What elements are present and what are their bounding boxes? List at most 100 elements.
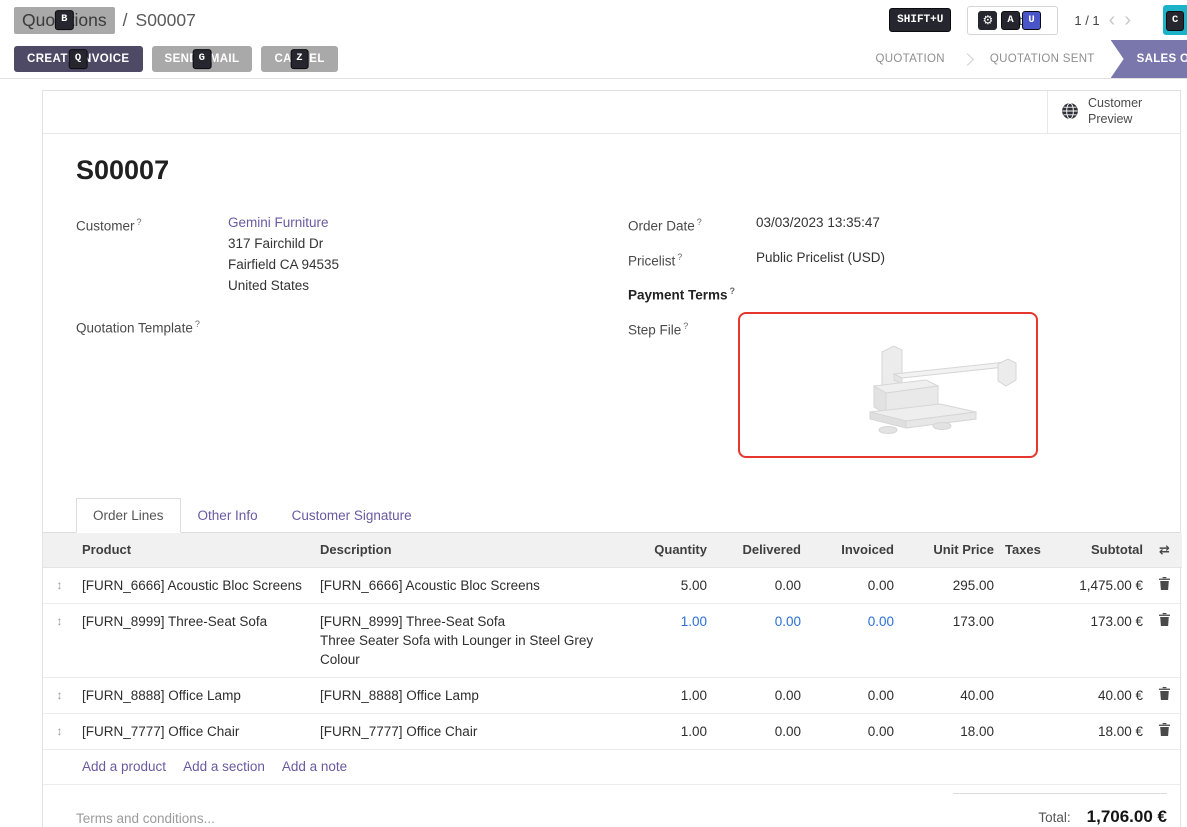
cell-product[interactable]: [FURN_7777] Office Chair (76, 713, 316, 749)
delete-row-icon[interactable] (1159, 722, 1170, 741)
cell-product[interactable]: [FURN_6666] Acoustic Bloc Screens (76, 567, 316, 603)
tab-other-info[interactable]: Other Info (181, 498, 275, 533)
cell-invoiced[interactable]: 0.00 (805, 567, 898, 603)
add-section-link[interactable]: Add a section (183, 759, 265, 774)
cell-quantity[interactable]: 1.00 (626, 713, 711, 749)
cell-description[interactable]: [FURN_8888] Office Lamp (316, 677, 626, 713)
cell-delivered[interactable]: 0.00 (711, 713, 805, 749)
button-box: Customer Preview (43, 91, 1180, 134)
breadcrumb-current: S00007 (136, 10, 196, 31)
pager-previous-icon[interactable]: ‹ (1109, 10, 1116, 30)
cell-quantity[interactable]: 1.00 (626, 603, 711, 677)
breadcrumb-parent[interactable]: Quotations B (14, 7, 115, 34)
payment-terms-value[interactable] (756, 281, 796, 306)
table-row[interactable]: ↕ [FURN_8888] Office Lamp [FURN_8888] Of… (43, 677, 1182, 713)
terms-and-conditions-placeholder[interactable]: Terms and conditions... (76, 811, 215, 827)
order-date-value[interactable]: 03/03/2023 13:35:47 (756, 212, 880, 237)
cell-unit-price[interactable]: 173.00 (898, 603, 998, 677)
cell-taxes[interactable] (998, 567, 1040, 603)
delete-row-icon[interactable] (1159, 686, 1170, 705)
cancel-button[interactable]: CANCEL Z (261, 46, 337, 72)
col-header-invoiced: Invoiced (805, 533, 898, 568)
cell-invoiced[interactable]: 0.00 (805, 677, 898, 713)
tab-customer-signature[interactable]: Customer Signature (275, 498, 429, 533)
order-date-field-label: Order Date? (628, 212, 756, 237)
order-date-label-text: Order Date (628, 219, 695, 234)
tab-order-lines[interactable]: Order Lines (76, 498, 181, 533)
cell-quantity[interactable]: 5.00 (626, 567, 711, 603)
statusbar-step-sales-order[interactable]: SALES ORDER (1111, 40, 1187, 78)
customer-address-line1: 317 Fairchild Dr (228, 233, 339, 254)
top-navigation-bar: Quotations B / S00007 SHIFT+U ⚙ Action A… (0, 0, 1187, 40)
cell-delivered[interactable]: 0.00 (711, 677, 805, 713)
cell-product[interactable]: [FURN_8888] Office Lamp (76, 677, 316, 713)
statusbar-arrow-icon (961, 53, 974, 66)
step-file-image[interactable] (738, 312, 1038, 458)
customer-address-line2: Fairfield CA 94535 (228, 254, 339, 275)
cell-taxes[interactable] (998, 603, 1040, 677)
pager-next-icon[interactable]: › (1124, 10, 1131, 30)
drag-handle-icon[interactable]: ↕ (57, 724, 63, 738)
col-header-handle (43, 533, 76, 568)
customer-link[interactable]: Gemini Furniture (228, 212, 339, 233)
col-header-delivered: Delivered (711, 533, 805, 568)
record-pager: 1 / 1 ‹ › (1074, 10, 1131, 30)
cell-delivered[interactable]: 0.00 (711, 603, 805, 677)
delete-row-icon[interactable] (1159, 612, 1170, 631)
cell-taxes[interactable] (998, 677, 1040, 713)
cell-unit-price[interactable]: 18.00 (898, 713, 998, 749)
col-header-product: Product (76, 533, 316, 568)
customer-preview-button[interactable]: Customer Preview (1047, 91, 1180, 133)
total-label: Total: (1038, 810, 1070, 825)
cell-subtotal: 18.00 € (1040, 713, 1147, 749)
pricelist-value[interactable]: Public Pricelist (USD) (756, 247, 885, 272)
cell-invoiced[interactable]: 0.00 (805, 603, 898, 677)
drag-handle-icon[interactable]: ↕ (57, 578, 63, 592)
table-row[interactable]: ↕ [FURN_7777] Office Chair [FURN_7777] O… (43, 713, 1182, 749)
field-groups: Customer? Gemini Furniture 317 Fairchild… (76, 212, 1147, 468)
help-icon: ? (195, 319, 200, 329)
cell-description[interactable]: [FURN_6666] Acoustic Bloc Screens (316, 567, 626, 603)
col-header-description: Description (316, 533, 626, 568)
pricelist-field-label: Pricelist? (628, 247, 756, 272)
table-row[interactable]: ↕ [FURN_8999] Three-Seat Sofa [FURN_8999… (43, 603, 1182, 677)
step-file-label-text: Step File (628, 322, 681, 337)
table-row[interactable]: ↕ [FURN_6666] Acoustic Bloc Screens [FUR… (43, 567, 1182, 603)
help-icon: ? (683, 321, 688, 331)
add-note-link[interactable]: Add a note (282, 759, 347, 774)
drag-handle-icon[interactable]: ↕ (57, 688, 63, 702)
cell-unit-price[interactable]: 40.00 (898, 677, 998, 713)
cell-delivered[interactable]: 0.00 (711, 567, 805, 603)
cell-description[interactable]: [FURN_8999] Three-Seat SofaThree Seater … (316, 603, 626, 677)
drag-handle-icon[interactable]: ↕ (57, 614, 63, 628)
cell-invoiced[interactable]: 0.00 (805, 713, 898, 749)
send-email-button[interactable]: SEND EMAIL G (152, 46, 253, 72)
cell-subtotal: 40.00 € (1040, 677, 1147, 713)
create-invoice-button[interactable]: CREATE INVOICE Q (14, 46, 143, 72)
cell-unit-price[interactable]: 295.00 (898, 567, 998, 603)
col-header-quantity: Quantity (626, 533, 711, 568)
statusbar-step-quotation[interactable]: QUOTATION (860, 40, 961, 78)
cell-taxes[interactable] (998, 713, 1040, 749)
action-menu-button[interactable]: ⚙ Action A U (967, 6, 1058, 35)
statusbar-step-quotation-sent[interactable]: QUOTATION SENT (974, 40, 1111, 78)
table-header-row: Product Description Quantity Delivered I… (43, 533, 1182, 568)
help-icon: ? (730, 286, 736, 296)
delete-row-icon[interactable] (1159, 576, 1170, 595)
optional-columns-toggle-icon[interactable]: ⇄ (1151, 542, 1178, 558)
customer-address-line3: United States (228, 275, 339, 296)
edge-create-button[interactable]: C (1163, 5, 1187, 35)
add-product-link[interactable]: Add a product (82, 759, 166, 774)
cell-subtotal: 173.00 € (1040, 603, 1147, 677)
quotation-template-field-label: Quotation Template? (76, 314, 228, 339)
pager-value: 1 / 1 (1074, 13, 1099, 28)
total-value: 1,706.00 € (1087, 807, 1167, 827)
statusbar-step-label: QUOTATION SENT (990, 53, 1095, 65)
customer-label-text: Customer (76, 219, 135, 234)
quotation-template-value[interactable] (228, 314, 268, 339)
customer-field-label: Customer? (76, 212, 228, 296)
cell-product[interactable]: [FURN_8999] Three-Seat Sofa (76, 603, 316, 677)
order-lines-body: ↕ [FURN_6666] Acoustic Bloc Screens [FUR… (43, 567, 1182, 749)
cell-description[interactable]: [FURN_7777] Office Chair (316, 713, 626, 749)
cell-quantity[interactable]: 1.00 (626, 677, 711, 713)
